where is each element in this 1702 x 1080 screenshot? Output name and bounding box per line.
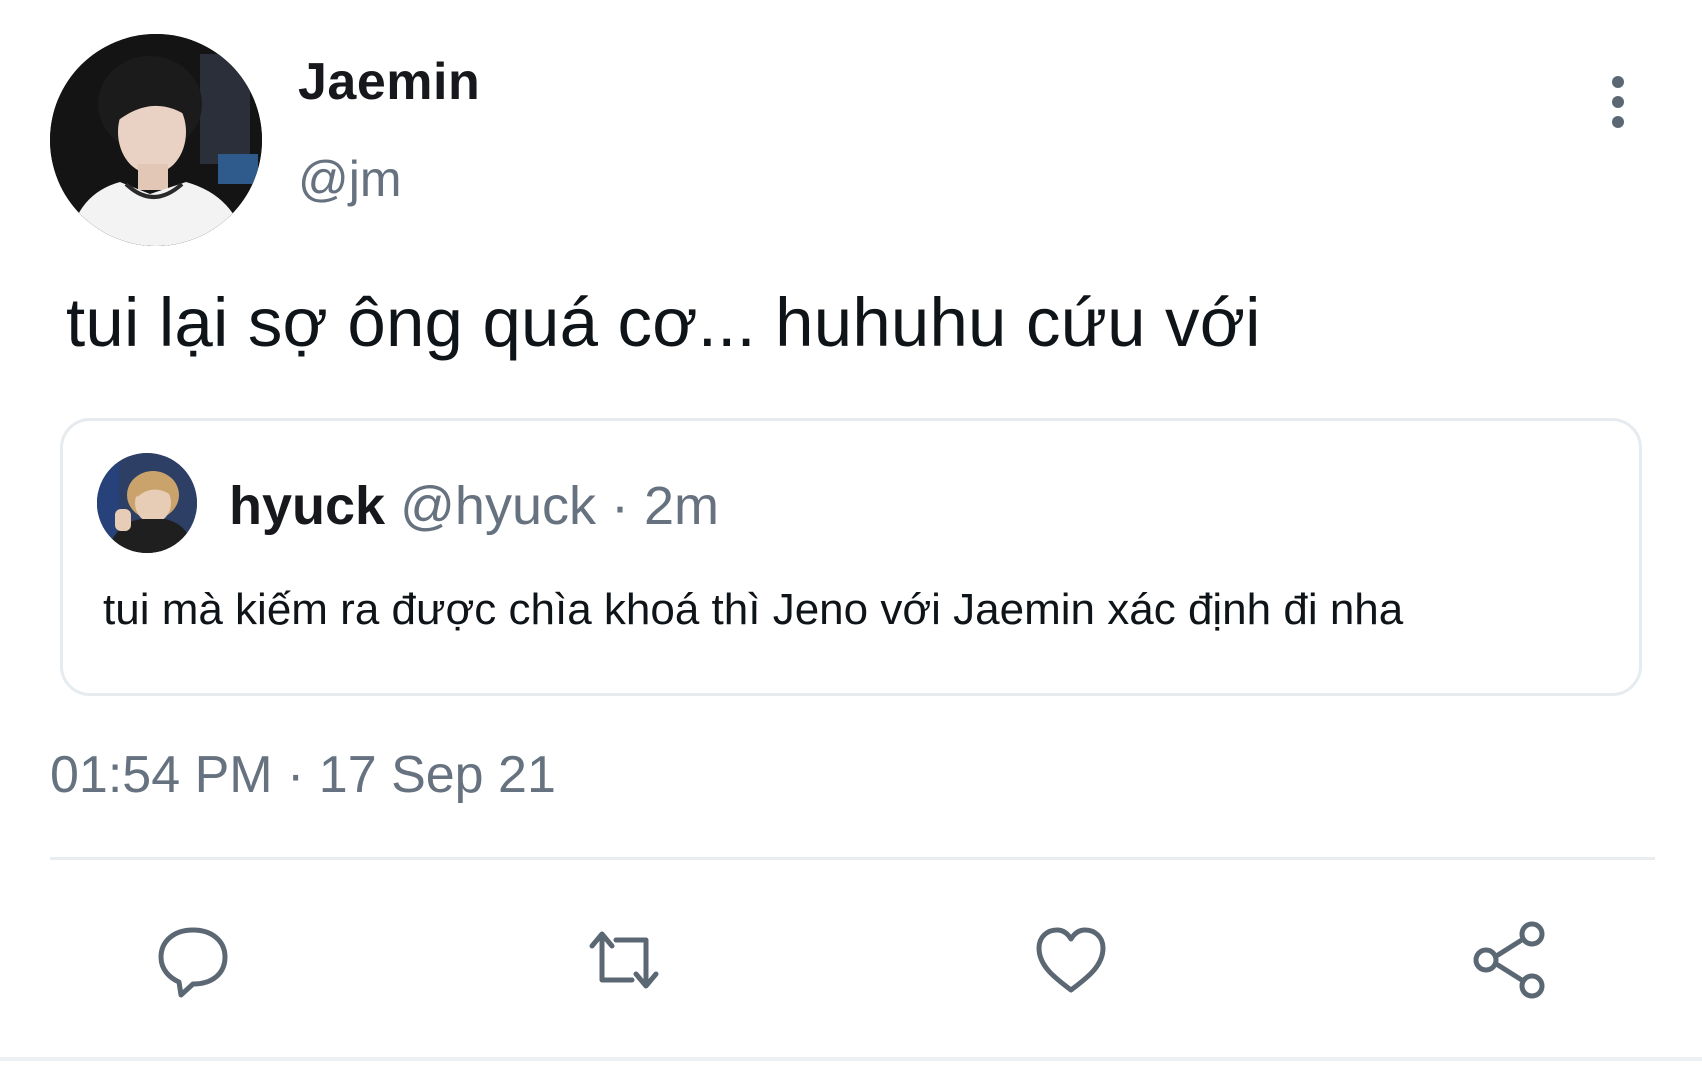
divider — [0, 1057, 1702, 1061]
quoted-time-ago: 2m — [643, 476, 719, 536]
share-button[interactable] — [1470, 920, 1550, 1000]
meta-separator: · — [595, 476, 644, 536]
author-avatar[interactable] — [50, 34, 262, 246]
reply-button[interactable] — [153, 920, 233, 1000]
divider — [50, 857, 1655, 860]
retweet-arrows-icon — [589, 931, 659, 989]
speech-bubble-icon — [158, 927, 228, 998]
share-nodes-icon — [1473, 921, 1545, 999]
author-display-name[interactable]: Jaemin — [298, 52, 480, 112]
more-vertical-icon — [1612, 76, 1624, 128]
heart-icon — [1036, 927, 1106, 993]
tweet-timestamp[interactable]: 01:54 PM · 17 Sep 21 — [50, 745, 556, 805]
quoted-author-name[interactable]: hyuck — [229, 476, 385, 536]
tweet-text: tui lại sợ ông quá cơ... huhuhu cứu với — [66, 284, 1261, 361]
quoted-author-handle[interactable]: @hyuck — [400, 476, 596, 536]
quoted-tweet-card[interactable]: hyuck @hyuck · 2m tui mà kiếm ra được ch… — [60, 418, 1642, 696]
like-button[interactable] — [1031, 920, 1111, 1000]
retweet-button[interactable] — [584, 920, 664, 1000]
quoted-tweet-text: tui mà kiếm ra được chìa khoá thì Jeno v… — [103, 585, 1404, 634]
quoted-tweet-header: hyuck @hyuck · 2m — [229, 475, 719, 537]
quoted-author-avatar[interactable] — [97, 453, 197, 553]
author-handle[interactable]: @jm — [298, 150, 402, 208]
more-options-button[interactable] — [1600, 70, 1636, 134]
